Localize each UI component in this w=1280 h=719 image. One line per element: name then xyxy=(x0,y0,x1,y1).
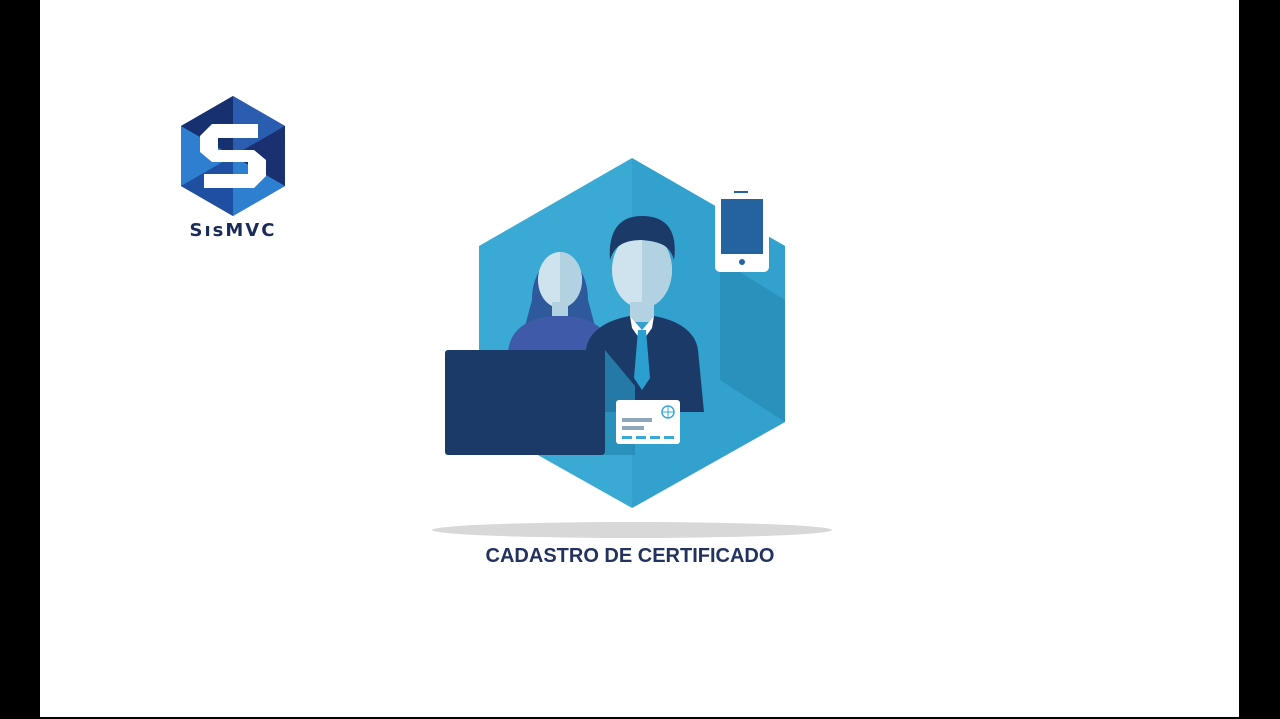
hexagon-s-logo-icon xyxy=(181,96,285,216)
certificate-illustration xyxy=(432,158,832,538)
slide-canvas: SısMVC CADASTRO DE CERTIFICADO xyxy=(40,0,1239,717)
sismvc-logo: SısMVC xyxy=(178,94,288,244)
id-card-icon xyxy=(616,400,680,444)
page-title: CADASTRO DE CERTIFICADO xyxy=(485,545,775,567)
laptop-icon xyxy=(445,350,635,455)
smartphone-icon xyxy=(715,186,769,272)
logo-text: SısMVC xyxy=(189,220,277,241)
